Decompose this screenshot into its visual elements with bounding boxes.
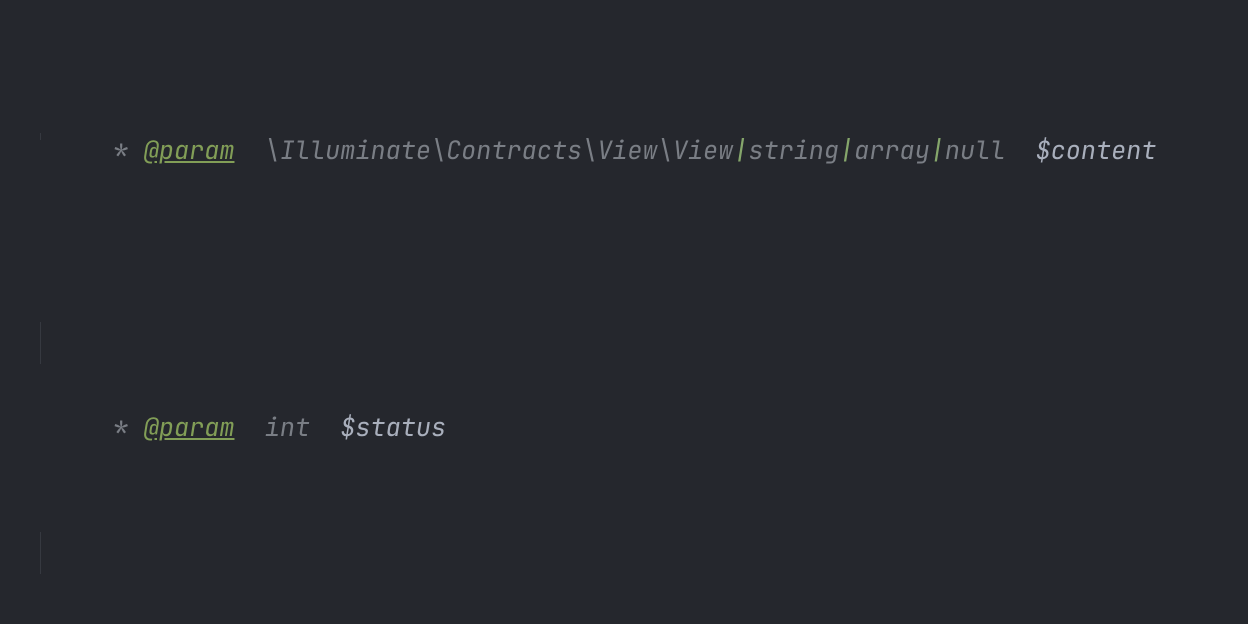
doc-tag-param: @param bbox=[144, 133, 235, 167]
code-editor[interactable]: * @param \Illuminate\Contracts\View\View… bbox=[0, 0, 1248, 624]
code-line: * @param array $headers bbox=[0, 532, 1248, 574]
code-line: * @param int $status bbox=[0, 322, 1248, 364]
doc-tag-param: @param bbox=[144, 410, 235, 444]
doc-star: * bbox=[98, 133, 143, 167]
doc-star: * bbox=[98, 410, 143, 444]
doc-tag-param: @param bbox=[144, 620, 235, 624]
code-line: * @param \Illuminate\Contracts\View\View… bbox=[0, 133, 1248, 140]
doc-star: * bbox=[98, 620, 143, 624]
